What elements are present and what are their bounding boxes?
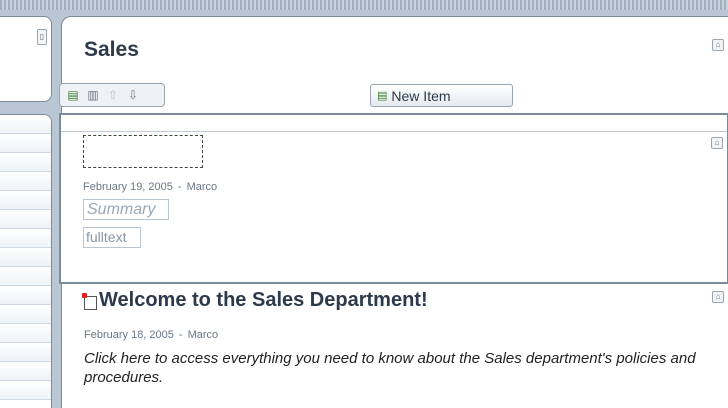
list-item[interactable] <box>0 210 51 229</box>
list-item[interactable] <box>0 115 51 134</box>
item-date: February 18, 2005 <box>84 329 174 341</box>
item-author: Marco <box>186 181 218 193</box>
move-up-icon[interactable]: ⇧ <box>106 88 120 102</box>
list-item[interactable] <box>0 267 51 286</box>
main-panel: Sales ⌂ ▤ ▥ ⇧ ⇩ ▤ New Item ⌂ February 19… <box>59 16 728 408</box>
list-item[interactable] <box>0 134 51 153</box>
meta-separator: - <box>178 329 183 341</box>
list-item[interactable] <box>0 324 51 343</box>
item-title-link[interactable]: Welcome to the Sales Department! <box>82 289 428 312</box>
expand-icon[interactable]: ▯ <box>37 29 47 45</box>
editing-item: ⌂ February 19, 2005- Marco Summary fullte… <box>59 113 728 284</box>
document-icon <box>82 292 97 310</box>
left-navigation-list <box>0 114 52 408</box>
meta-separator: - <box>177 181 182 193</box>
item-meta: February 18, 2005- Marco <box>84 329 218 341</box>
home-icon[interactable]: ⌂ <box>712 39 724 51</box>
new-item-icon: ▤ <box>377 90 388 102</box>
list-item[interactable] <box>0 286 51 305</box>
delete-icon[interactable]: ▥ <box>86 88 100 102</box>
item-title: Welcome to the Sales Department! <box>99 289 428 311</box>
divider <box>61 131 727 132</box>
summary-field[interactable]: Summary <box>83 199 169 220</box>
list-item[interactable] <box>0 381 51 400</box>
list-item[interactable] <box>0 343 51 362</box>
item-toolbar: ▤ ▥ ⇧ ⇩ <box>59 83 165 107</box>
list-item[interactable] <box>0 229 51 248</box>
list-item[interactable] <box>0 248 51 267</box>
add-icon[interactable]: ▤ <box>66 88 80 102</box>
left-top-panel: ▯ <box>0 16 52 102</box>
home-icon[interactable]: ⌂ <box>712 291 724 303</box>
list-item[interactable] <box>0 362 51 381</box>
list-item[interactable] <box>0 191 51 210</box>
list-item[interactable] <box>0 305 51 324</box>
item-date: February 19, 2005 <box>83 181 173 193</box>
title-input[interactable] <box>83 135 203 168</box>
top-strip <box>0 0 728 10</box>
list-item[interactable] <box>0 172 51 191</box>
fulltext-field[interactable]: fulltext <box>83 227 141 248</box>
item-author: Marco <box>187 329 219 341</box>
page-title: Sales <box>84 38 139 61</box>
move-down-icon[interactable]: ⇩ <box>126 88 140 102</box>
new-item-button[interactable]: ▤ New Item <box>370 84 513 107</box>
home-icon[interactable]: ⌂ <box>711 137 723 149</box>
item-meta: February 19, 2005- Marco <box>83 181 217 193</box>
list-item[interactable] <box>0 153 51 172</box>
item-description: Click here to access everything you need… <box>84 350 696 386</box>
new-item-label: New Item <box>391 87 451 104</box>
